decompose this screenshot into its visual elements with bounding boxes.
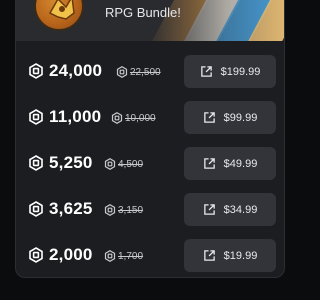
original-amount-text: 10,000 bbox=[125, 112, 156, 124]
offer-amount: 24,000 bbox=[49, 61, 103, 80]
buy-price: $199.99 bbox=[220, 65, 261, 78]
offer-row: 24,000 22,500 $199.99 bbox=[26, 55, 276, 88]
robux-icon bbox=[111, 112, 123, 124]
offer-amount: 3,625 bbox=[49, 199, 93, 218]
bundle-character-icon bbox=[34, 0, 84, 31]
robux-icon bbox=[29, 201, 43, 217]
original-amount-text: 3,150 bbox=[118, 204, 144, 216]
bundle-title: RPG Bundle! bbox=[105, 5, 181, 20]
original-amount-text: 4,500 bbox=[118, 158, 144, 170]
robux-icon bbox=[104, 204, 116, 216]
buy-button[interactable]: $19.99 bbox=[184, 239, 276, 272]
original-amount: 22,500 bbox=[116, 65, 161, 79]
original-amount: 4,500 bbox=[104, 157, 143, 171]
offer-row: 11,000 10,000 $99.99 bbox=[26, 101, 276, 134]
robux-icon bbox=[29, 63, 43, 79]
original-amount-text: 22,500 bbox=[130, 66, 161, 78]
external-link-icon bbox=[203, 158, 215, 169]
external-link-icon bbox=[203, 250, 215, 261]
robux-icon bbox=[104, 250, 116, 262]
buy-button[interactable]: $34.99 bbox=[184, 193, 276, 226]
buy-button[interactable]: $199.99 bbox=[184, 55, 276, 88]
offer-row: 5,250 4,500 $49.99 bbox=[26, 147, 276, 180]
offer-amount: 11,000 bbox=[49, 107, 102, 126]
robux-icon bbox=[104, 158, 116, 170]
robux-icon bbox=[29, 247, 43, 263]
offer-amount: 5,250 bbox=[49, 153, 93, 172]
offer-amount: 2,000 bbox=[49, 245, 93, 264]
bundle-card: RPG Bundle! 24,000 22,500 $199.99 11,000… bbox=[15, 0, 285, 278]
original-amount: 3,150 bbox=[104, 203, 143, 217]
original-amount-text: 1,700 bbox=[118, 250, 144, 262]
buy-price: $19.99 bbox=[223, 249, 258, 262]
offer-row: 3,625 3,150 $34.99 bbox=[26, 193, 276, 226]
buy-price: $99.99 bbox=[223, 111, 258, 124]
original-amount: 10,000 bbox=[111, 111, 156, 125]
buy-price: $49.99 bbox=[223, 157, 258, 170]
buy-price: $34.99 bbox=[223, 203, 258, 216]
purchase-frame: RPG Bundle! 24,000 22,500 $199.99 11,000… bbox=[0, 0, 300, 300]
buy-button[interactable]: $49.99 bbox=[184, 147, 276, 180]
offer-row: 2,000 1,700 $19.99 bbox=[26, 239, 276, 272]
bundle-banner: RPG Bundle! bbox=[16, 0, 284, 41]
external-link-icon bbox=[200, 66, 212, 77]
buy-button[interactable]: $99.99 bbox=[184, 101, 276, 134]
robux-icon bbox=[29, 109, 43, 125]
external-link-icon bbox=[203, 204, 215, 215]
robux-icon bbox=[116, 66, 128, 78]
original-amount: 1,700 bbox=[104, 249, 143, 263]
robux-icon bbox=[29, 155, 43, 171]
external-link-icon bbox=[203, 112, 215, 123]
